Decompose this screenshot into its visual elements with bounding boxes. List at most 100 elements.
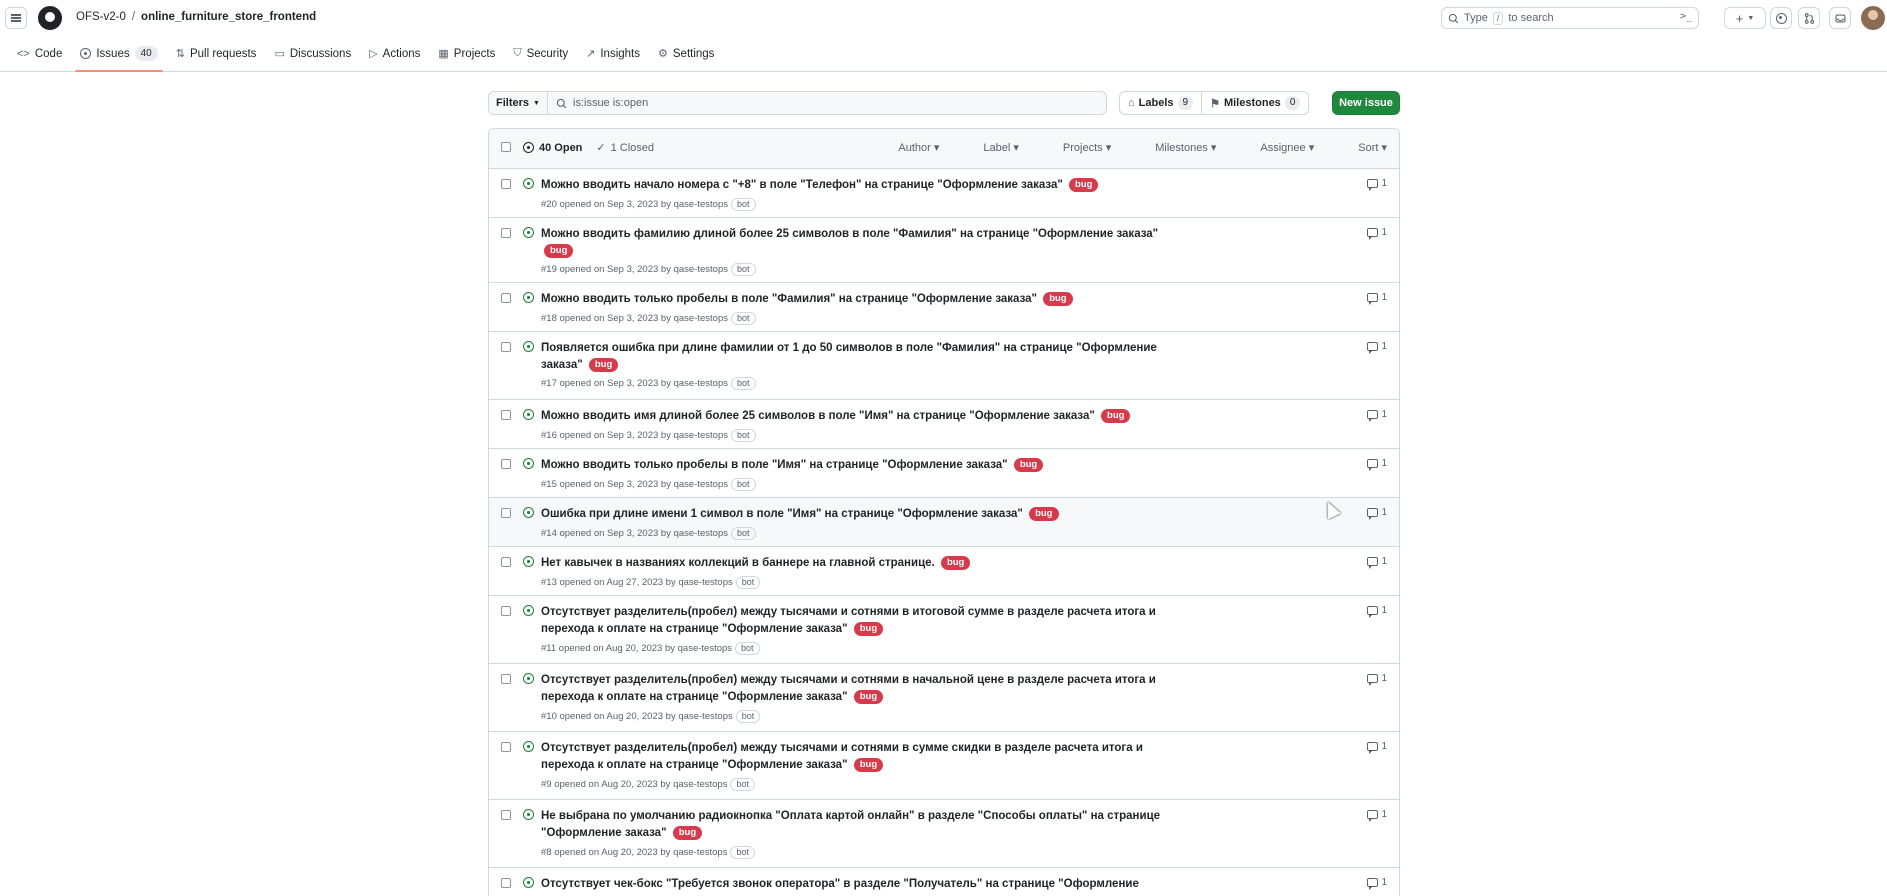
assignee-filter[interactable]: Assignee ▾ <box>1238 141 1314 154</box>
issue-checkbox[interactable] <box>501 228 511 238</box>
tab-projects[interactable]: ▦ Projects <box>429 36 504 71</box>
comment-icon <box>1367 410 1379 422</box>
issue-checkbox[interactable] <box>501 742 511 752</box>
bug-label[interactable]: bug <box>853 690 884 704</box>
issue-title-link[interactable]: Можно вводить фамилию длиной более 25 си… <box>541 228 1158 240</box>
bug-label[interactable]: bug <box>853 622 884 636</box>
author-filter[interactable]: Author ▾ <box>876 141 939 154</box>
labels-button[interactable]: ⌂ Labels 9 <box>1119 91 1203 115</box>
avatar[interactable] <box>1861 6 1885 30</box>
comments-link[interactable]: 1 <box>1367 458 1387 471</box>
bug-label[interactable]: bug <box>544 244 574 258</box>
issue-title-link[interactable]: Можно вводить только пробелы в поле "Фам… <box>541 293 1037 305</box>
select-all-checkbox[interactable] <box>501 142 511 152</box>
comments-link[interactable]: 1 <box>1367 556 1387 569</box>
issue-checkbox[interactable] <box>501 674 511 684</box>
issue-row[interactable]: Отсутствует разделитель(пробел) между ты… <box>489 596 1399 664</box>
tab-code[interactable]: <> Code <box>8 36 71 71</box>
label-filter[interactable]: Label ▾ <box>961 141 1019 154</box>
issue-checkbox[interactable] <box>501 557 511 567</box>
comments-link[interactable]: 1 <box>1367 809 1387 822</box>
comments-link[interactable]: 1 <box>1367 292 1387 305</box>
issue-row[interactable]: Нет кавычек в названиях коллекций в банн… <box>489 547 1399 596</box>
github-logo[interactable] <box>38 6 62 30</box>
issue-row[interactable]: Ошибка при длине имени 1 символ в поле "… <box>489 498 1399 547</box>
global-search-input[interactable]: Type / to search >_ <box>1441 7 1699 29</box>
issue-row[interactable]: Появляется ошибка при длине фамилии от 1… <box>489 332 1399 400</box>
issue-checkbox[interactable] <box>501 342 511 352</box>
bug-label[interactable]: bug <box>1101 409 1131 423</box>
issue-title-link[interactable]: Отсутствует чек-бокс "Требуется звонок о… <box>541 878 1139 890</box>
tab-security[interactable]: ⛉ Security <box>504 36 577 71</box>
bug-label[interactable]: bug <box>1013 458 1044 472</box>
issue-search-input[interactable]: is:issue is:open <box>547 91 1107 115</box>
inbox-button[interactable] <box>1829 7 1851 29</box>
comments-link[interactable]: 1 <box>1367 341 1387 354</box>
tab-discussions[interactable]: ▭ Discussions <box>265 36 360 71</box>
bug-label[interactable]: bug <box>853 758 884 772</box>
comments-link[interactable]: 1 <box>1367 605 1387 618</box>
issues-button[interactable] <box>1770 7 1792 29</box>
issue-checkbox[interactable] <box>501 810 511 820</box>
repo-link[interactable]: online_furniture_store_frontend <box>141 11 316 23</box>
tab-insights[interactable]: ↗ Insights <box>577 36 649 71</box>
milestones-filter[interactable]: Milestones ▾ <box>1133 141 1216 154</box>
issue-checkbox[interactable] <box>501 878 511 888</box>
issue-checkbox[interactable] <box>501 606 511 616</box>
issue-title-link[interactable]: Отсутствует разделитель(пробел) между ты… <box>541 606 1156 635</box>
issue-meta: #20 opened on Sep 3, 2023 by qase-testop… <box>541 198 756 211</box>
bug-label[interactable]: bug <box>940 556 971 570</box>
projects-filter[interactable]: Projects ▾ <box>1041 141 1111 154</box>
bug-label[interactable]: bug <box>588 358 619 372</box>
filters-button[interactable]: Filters ▼ <box>488 91 548 115</box>
issue-title-link[interactable]: Отсутствует разделитель(пробел) между ты… <box>541 674 1156 703</box>
issue-row[interactable]: Можно вводить только пробелы в поле "Имя… <box>489 449 1399 498</box>
issue-row[interactable]: Можно вводить имя длиной более 25 символ… <box>489 400 1399 449</box>
issue-title-link[interactable]: Можно вводить начало номера с "+8" в пол… <box>541 179 1063 191</box>
comments-link[interactable]: 1 <box>1367 673 1387 686</box>
comments-link[interactable]: 1 <box>1367 178 1387 191</box>
bug-label[interactable]: bug <box>672 826 703 840</box>
pull-requests-button[interactable] <box>1798 7 1820 29</box>
issue-checkbox[interactable] <box>501 410 511 420</box>
issue-title-link[interactable]: Не выбрана по умолчанию радиокнопка "Опл… <box>541 810 1160 839</box>
issue-title-link[interactable]: Можно вводить имя длиной более 25 символ… <box>541 410 1095 422</box>
issue-row[interactable]: Отсутствует разделитель(пробел) между ты… <box>489 732 1399 800</box>
comments-link[interactable]: 1 <box>1367 227 1387 240</box>
sort-filter[interactable]: Sort ▾ <box>1336 141 1387 154</box>
issue-title-link[interactable]: Нет кавычек в названиях коллекций в банн… <box>541 557 935 569</box>
issue-checkbox[interactable] <box>501 459 511 469</box>
comments-link[interactable]: 1 <box>1367 409 1387 422</box>
bug-label[interactable]: bug <box>1069 178 1099 192</box>
issue-title-link[interactable]: Появляется ошибка при длине фамилии от 1… <box>541 342 1157 371</box>
menu-icon[interactable] <box>5 7 27 29</box>
issue-title-link[interactable]: Ошибка при длине имени 1 символ в поле "… <box>541 508 1023 520</box>
comments-link[interactable]: 1 <box>1367 877 1387 890</box>
comments-link[interactable]: 1 <box>1367 507 1387 520</box>
command-palette-icon[interactable]: >_ <box>1680 11 1692 22</box>
new-issue-button[interactable]: New issue <box>1332 91 1400 115</box>
issue-row[interactable]: Не выбрана по умолчанию радиокнопка "Опл… <box>489 800 1399 868</box>
issue-title-link[interactable]: Отсутствует разделитель(пробел) между ты… <box>541 742 1143 771</box>
milestones-button[interactable]: ⚑ Milestones 0 <box>1202 91 1310 115</box>
owner-link[interactable]: OFS-v2-0 <box>76 11 126 23</box>
issue-checkbox[interactable] <box>501 179 511 189</box>
bug-label[interactable]: bug <box>1029 507 1059 521</box>
issue-title-link[interactable]: Можно вводить только пробелы в поле "Имя… <box>541 459 1008 471</box>
tab-issues[interactable]: Issues 40 <box>71 36 166 72</box>
closed-issues-link[interactable]: ✓ 1 Closed <box>596 141 654 155</box>
open-issues-link[interactable]: 40 Open <box>523 141 582 154</box>
create-new-button[interactable]: + ▼ <box>1724 7 1766 29</box>
issue-row[interactable]: Можно вводить только пробелы в поле "Фам… <box>489 283 1399 332</box>
tab-settings[interactable]: ⚙ Settings <box>649 36 723 71</box>
bug-label[interactable]: bug <box>1043 292 1073 306</box>
issue-row[interactable]: Отсутствует чек-бокс "Требуется звонок о… <box>489 868 1399 896</box>
issue-checkbox[interactable] <box>501 508 511 518</box>
issue-row[interactable]: Отсутствует разделитель(пробел) между ты… <box>489 664 1399 732</box>
tab-pull-requests[interactable]: ⇅ Pull requests <box>167 36 266 71</box>
issue-row[interactable]: Можно вводить начало номера с "+8" в пол… <box>489 169 1399 218</box>
issue-checkbox[interactable] <box>501 293 511 303</box>
issue-row[interactable]: Можно вводить фамилию длиной более 25 си… <box>489 218 1399 283</box>
comments-link[interactable]: 1 <box>1367 741 1387 754</box>
tab-actions[interactable]: ▷ Actions <box>360 36 429 71</box>
